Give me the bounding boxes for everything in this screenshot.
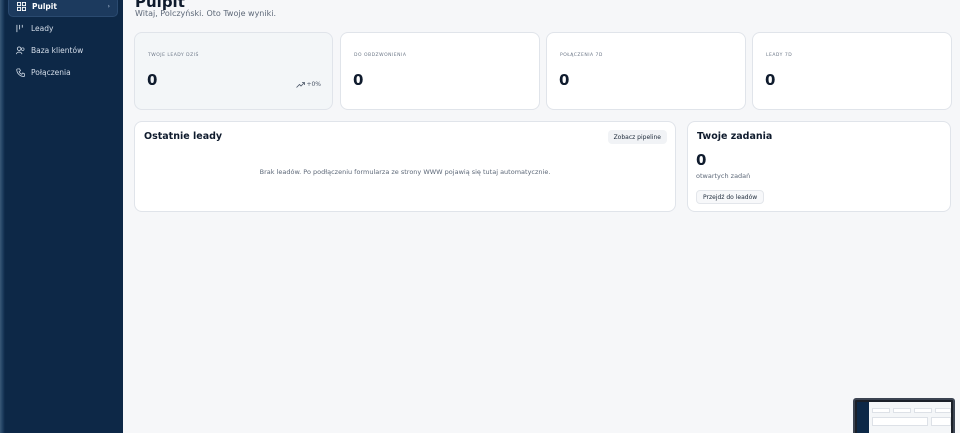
sidebar-item-polaczenia[interactable]: Połączenia (8, 62, 118, 83)
thumbnail-screen (857, 402, 951, 433)
sidebar-item-label: Leady (31, 24, 54, 33)
stat-label: Leady 7d (766, 53, 793, 58)
thumbnail-card (935, 408, 951, 413)
section-title: Twoje zadania (697, 131, 773, 142)
stat-card-leady-dzis[interactable]: Twoje leady dziś 0 +0% (134, 32, 333, 110)
stat-card-polaczenia-7d[interactable]: Połączenia 7d 0 (546, 32, 746, 110)
thumbnail-card (914, 408, 932, 413)
sidebar-nav: Pulpit › Leady Baza klientów Połączenia (8, 0, 118, 84)
trend-up-icon (296, 81, 306, 88)
main-content: Pulpit Witaj, Polczyński. Oto Twoje wyni… (123, 0, 960, 433)
stat-value: 0 (353, 71, 364, 89)
screen-preview-thumbnail[interactable] (853, 398, 955, 433)
chevron-right-icon: › (107, 3, 110, 10)
stat-card-do-obdzwonienia[interactable]: Do obdzwonienia 0 (340, 32, 540, 110)
tasks-card: Twoje zadania 0 otwartych zadań Przejdź … (687, 121, 951, 212)
stat-value: 0 (765, 71, 776, 89)
sidebar-item-label: Połączenia (31, 68, 71, 77)
stat-value: 0 (147, 71, 158, 89)
dashboard-icon (16, 2, 26, 12)
tasks-count: 0 (696, 151, 707, 169)
empty-state-message: Brak leadów. Po podłączeniu formularza z… (259, 168, 551, 176)
sidebar: Pulpit › Leady Baza klientów Połączenia (0, 0, 123, 433)
sidebar-item-leady[interactable]: Leady (8, 18, 118, 39)
sidebar-item-label: Pulpit (32, 2, 57, 11)
sidebar-item-pulpit[interactable]: Pulpit › (8, 0, 118, 17)
sidebar-item-baza-klientow[interactable]: Baza klientów (8, 40, 118, 61)
users-icon (15, 46, 25, 56)
section-title: Ostatnie leady (144, 131, 223, 142)
thumbnail-card (872, 417, 928, 426)
leads-icon (15, 24, 25, 34)
stat-trend-value: +0% (306, 81, 321, 88)
stat-label: Do obdzwonienia (354, 53, 407, 58)
view-pipeline-button[interactable]: Zobacz pipeline (607, 130, 667, 144)
stat-label: Połączenia 7d (560, 53, 603, 58)
thumbnail-sidebar (857, 402, 869, 433)
sidebar-item-label: Baza klientów (31, 46, 84, 55)
phone-icon (15, 68, 25, 78)
recent-leads-card: Ostatnie leady Zobacz pipeline Brak lead… (134, 121, 676, 212)
thumbnail-card (872, 408, 890, 413)
sidebar-edge (0, 0, 5, 433)
tasks-count-label: otwartych zadań (696, 172, 751, 180)
stat-card-leady-7d[interactable]: Leady 7d 0 (752, 32, 952, 110)
thumbnail-card (931, 417, 951, 426)
stat-value: 0 (559, 71, 570, 89)
page-subtitle: Witaj, Polczyński. Oto Twoje wyniki. (135, 9, 276, 18)
thumbnail-card (893, 408, 911, 413)
stat-label: Twoje leady dziś (148, 53, 199, 58)
go-to-leads-button[interactable]: Przejdź do leadów (696, 190, 765, 204)
stat-trend: +0% (296, 81, 321, 88)
